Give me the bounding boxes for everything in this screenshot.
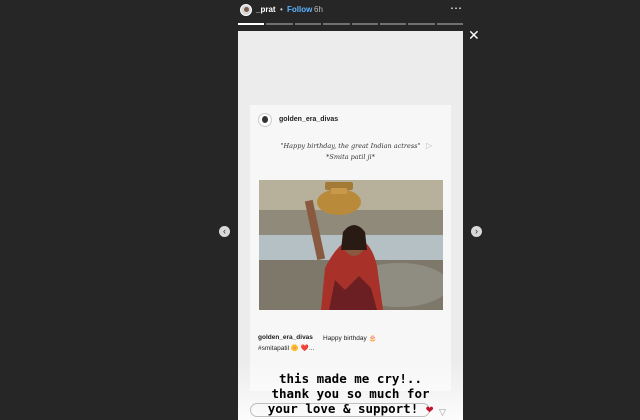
more-options-icon[interactable]: ⋯ [450,1,462,15]
close-icon[interactable]: ✕ [468,28,480,42]
next-story-button[interactable]: › [471,226,482,237]
story-text-line-3: your love & support! ❤ [238,401,463,416]
separator-dot: • [280,5,283,14]
send-icon[interactable]: ▽ [439,407,446,418]
story-header: _prat • Follow 6h ⋯ [238,0,463,22]
progress-segment [351,23,378,25]
progress-segment [266,23,293,25]
share-arrow-icon: ▷ [426,141,433,150]
heart-icon: ❤ [425,401,434,416]
progress-segment [379,23,407,25]
previous-story-button[interactable]: ‹ [219,226,230,237]
caption-hashtag[interactable]: #smitapatil 🌼 ❤️... [258,344,314,352]
progress-segment [436,23,463,25]
story-username[interactable]: _prat [256,5,276,14]
post-username[interactable]: golden_era_divas [279,116,338,123]
photo-illustration [259,180,443,310]
story-frame[interactable]: golden_era_divas "Happy birthday, the gr… [238,31,463,420]
story-time: 6h [314,5,323,14]
progress-segment [323,23,350,25]
progress-segment [408,23,435,25]
user-avatar[interactable] [240,4,252,16]
story-text-line-2: thank you so much for [271,386,430,401]
quote-line-2: *Smita patil ji* [326,153,375,161]
story-text-line-3-text: your love & support! [267,401,419,416]
progress-segment [294,23,322,25]
shared-post-card[interactable]: golden_era_divas "Happy birthday, the gr… [250,105,451,391]
caption-text: Happy birthday 🎂 [323,335,377,342]
post-avatar [258,113,272,127]
quote-line-1: "Happy birthday, the great Indian actres… [280,142,421,150]
story-progress-bar [238,23,463,25]
progress-segment [238,23,265,25]
story-text-line-1: this made me cry!.. [279,371,422,386]
post-quote: "Happy birthday, the great Indian actres… [250,141,451,163]
caption-username[interactable]: golden_era_divas [258,334,313,341]
post-photo [259,180,443,310]
follow-button[interactable]: Follow [287,5,312,14]
